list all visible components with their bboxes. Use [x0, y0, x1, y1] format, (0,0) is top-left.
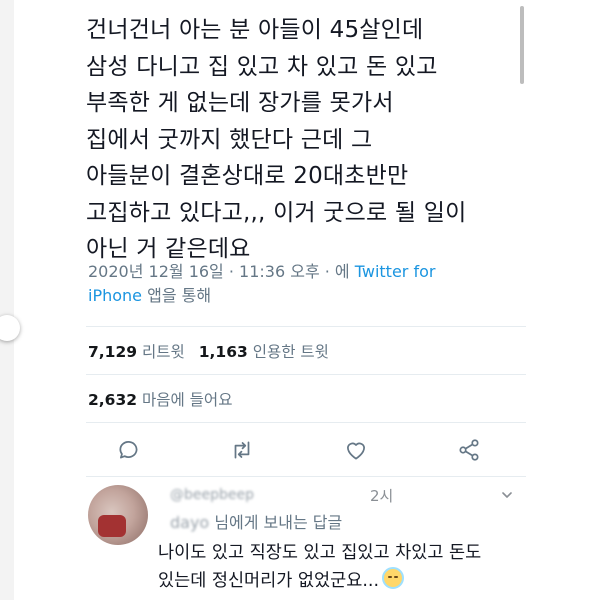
retweets-count: 7,129	[88, 343, 138, 361]
divider	[86, 374, 526, 375]
likes-stats: 2,632 마음에 들어요	[88, 388, 232, 410]
reply-line: 나이도 있고 직장도 있고 집있고 차있고 돈도	[158, 543, 482, 563]
source-link[interactable]: Twitter for	[355, 262, 436, 281]
tweet-line: 건너건너 아는 분 아들이 45살인데	[86, 17, 424, 43]
reply-tweet[interactable]: @beepbeep 2시 dayo 님에게 보내는 답글 나이도 있고 직장도 …	[88, 485, 528, 600]
side-panel-strip	[0, 0, 14, 600]
tweet-line: 아들분이 결혼상대로 20대초반만	[86, 163, 409, 189]
tweet-line: 부족한 게 없는데 장가를 못가서	[86, 90, 394, 116]
share-icon[interactable]	[456, 437, 482, 463]
source-suffix: 앱을 통해	[142, 286, 212, 305]
likes-count: 2,632	[88, 391, 138, 409]
quotes-count: 1,163	[198, 343, 248, 361]
reply-to-line: dayo 님에게 보내는 답글	[170, 509, 342, 533]
tweet-metadata: 2020년 12월 16일 · 11:36 오후 · 에 Twitter for…	[88, 260, 435, 308]
reply-to-handle[interactable]: dayo	[170, 513, 209, 532]
avatar[interactable]	[88, 485, 148, 545]
chevron-down-icon[interactable]	[500, 487, 514, 501]
reply-timestamp: 2시	[370, 487, 394, 505]
retweet-stats: 7,129 리트윗 1,163 인용한 트윗	[88, 340, 329, 362]
reply-line: 있는데 정신머리가 없었군요...	[158, 571, 380, 591]
retweet-icon[interactable]	[229, 437, 255, 463]
smiling-halo-emoji-icon	[382, 567, 405, 589]
tweet-line: 삼성 다니고 집 있고 차 있고 돈 있고	[86, 53, 438, 80]
quotes-label: 인용한 트윗	[252, 343, 329, 361]
tweet-text: 건너건너 아는 분 아들이 45살인데 삼성 다니고 집 있고 차 있고 돈 있…	[86, 12, 526, 268]
retweets-label: 리트윗	[141, 343, 185, 361]
likes-link[interactable]: 2,632 마음에 들어요	[88, 391, 232, 409]
tweet-line: 고집하고 있다고,,, 이거 굿으로 될 일이	[86, 199, 467, 226]
reply-author-handle[interactable]: @beepbeep	[170, 487, 254, 503]
divider	[86, 326, 526, 327]
likes-label: 마음에 들어요	[141, 391, 233, 409]
comment-icon[interactable]	[116, 437, 142, 463]
source-link-continued[interactable]: iPhone	[88, 286, 142, 305]
reply-text: 나이도 있고 직장도 있고 집있고 차있고 돈도 있는데 정신머리가 없었군요.…	[158, 539, 481, 595]
divider	[86, 422, 526, 423]
tweet-timestamp[interactable]: 2020년 12월 16일 · 11:36 오후 · 에	[88, 262, 355, 281]
heart-icon[interactable]	[343, 437, 369, 463]
drawer-handle[interactable]	[0, 315, 20, 341]
divider	[86, 476, 526, 477]
retweets-link[interactable]: 7,129 리트윗	[88, 343, 185, 361]
tweet-line: 집에서 굿까지 했단다 근데 그	[86, 126, 373, 153]
quotes-link[interactable]: 1,163 인용한 트윗	[199, 343, 329, 361]
reply-to-label: 님에게 보내는 답글	[214, 513, 343, 532]
